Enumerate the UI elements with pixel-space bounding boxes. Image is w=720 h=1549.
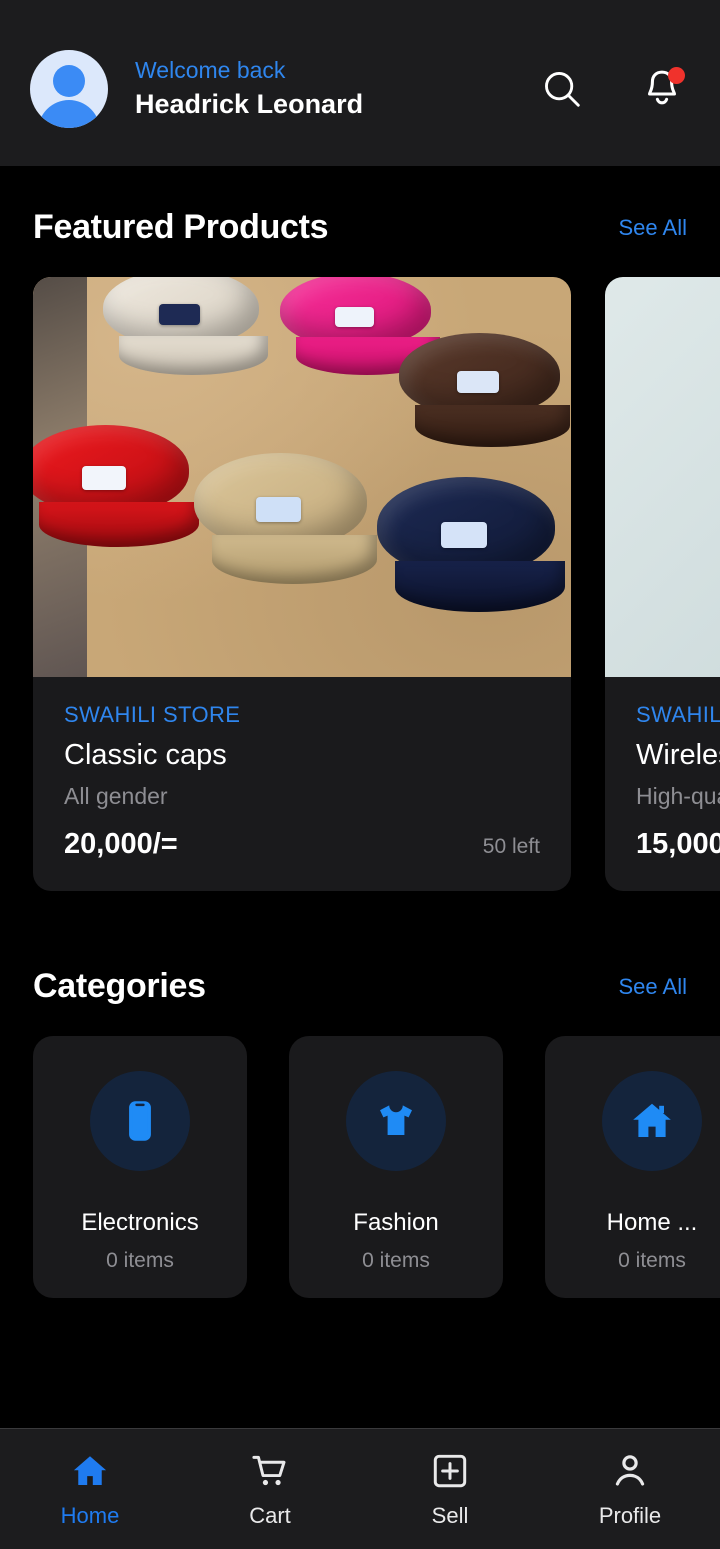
category-count: 0 items: [362, 1249, 430, 1272]
header-actions: [534, 61, 690, 117]
status-bar: [0, 0, 720, 12]
category-count: 0 items: [618, 1249, 686, 1272]
product-info: SWAHILI STORE Classic caps All gender 20…: [33, 677, 571, 891]
notification-badge: [668, 67, 685, 84]
bottom-navigation: Home Cart Sell Profile: [0, 1428, 720, 1549]
featured-carousel[interactable]: SWAHILI STORE Classic caps All gender 20…: [0, 277, 720, 891]
nav-item-cart[interactable]: Cart: [180, 1450, 360, 1529]
person-icon: [615, 1454, 645, 1486]
category-card-home[interactable]: Home ... 0 items: [545, 1036, 720, 1298]
nav-item-sell[interactable]: Sell: [360, 1450, 540, 1529]
category-name: Home ...: [606, 1209, 698, 1236]
house-icon: [633, 1103, 671, 1137]
category-name: Fashion: [353, 1209, 439, 1236]
product-store: SWAHILI STORE: [64, 702, 241, 727]
featured-title: Featured Products: [33, 208, 329, 246]
categories-title: Categories: [33, 967, 206, 1005]
category-name: Electronics: [81, 1209, 199, 1236]
notifications-button[interactable]: [634, 61, 690, 117]
search-button[interactable]: [534, 61, 590, 117]
category-card-fashion[interactable]: Fashion 0 items: [289, 1036, 503, 1298]
home-icon: [73, 1455, 107, 1485]
plus-square-icon: [433, 1454, 467, 1487]
product-price: 20,000/=: [64, 828, 178, 860]
category-count: 0 items: [106, 1249, 174, 1272]
search-icon: [545, 72, 580, 107]
product-image: [605, 277, 720, 677]
user-name: Headrick Leonard: [135, 88, 364, 119]
nav-label: Home: [60, 1502, 120, 1528]
tshirt-icon: [380, 1105, 412, 1135]
product-subtitle: All gender: [64, 783, 168, 809]
category-icon-wrap: [90, 1071, 190, 1171]
avatar-body-shape: [38, 100, 100, 128]
categories-section-header: Categories See All: [0, 967, 720, 1006]
categories-see-all[interactable]: See All: [619, 974, 688, 1000]
product-name: Wireless headphones: [636, 739, 720, 771]
product-image: [33, 277, 571, 677]
nav-item-profile[interactable]: Profile: [540, 1450, 720, 1529]
nav-label: Sell: [431, 1502, 469, 1528]
avatar-head-shape: [53, 65, 85, 97]
product-price-row: 20,000/= 50 left: [64, 828, 540, 861]
featured-section-header: Featured Products See All: [0, 208, 720, 247]
category-card-electronics[interactable]: Electronics 0 items: [33, 1036, 247, 1298]
nav-label: Profile: [598, 1502, 662, 1528]
category-icon-wrap: [346, 1071, 446, 1171]
welcome-label: Welcome back: [135, 57, 286, 84]
categories-row[interactable]: Electronics 0 items Fashion 0 items Home…: [0, 1036, 720, 1298]
product-card[interactable]: SWAHILI STORE Classic caps All gender 20…: [33, 277, 571, 891]
cart-icon: [252, 1455, 286, 1485]
product-store: SWAHILI STORE: [636, 702, 720, 727]
product-stock: 50 left: [482, 835, 540, 858]
product-price: 15,000/=: [636, 828, 720, 860]
featured-see-all[interactable]: See All: [619, 215, 688, 241]
headphones-photo: [605, 277, 720, 677]
avatar[interactable]: [30, 50, 108, 128]
product-name: Classic caps: [64, 739, 227, 771]
app-screen: Welcome back Headrick Leonard Featured P…: [0, 0, 720, 1549]
nav-item-home[interactable]: Home: [0, 1450, 180, 1529]
nav-label: Cart: [249, 1502, 291, 1528]
product-card[interactable]: SWAHILI STORE Wireless headphones High-q…: [605, 277, 720, 891]
smartphone-icon: [129, 1101, 151, 1141]
baseball-caps-photo: [33, 277, 571, 677]
product-subtitle: High-quality sound: [636, 783, 720, 809]
app-header: Welcome back Headrick Leonard: [0, 12, 720, 166]
product-price-row: 15,000/=: [636, 828, 720, 861]
product-info: SWAHILI STORE Wireless headphones High-q…: [605, 677, 720, 891]
greeting-block: Welcome back Headrick Leonard: [135, 56, 534, 122]
category-icon-wrap: [602, 1071, 702, 1171]
